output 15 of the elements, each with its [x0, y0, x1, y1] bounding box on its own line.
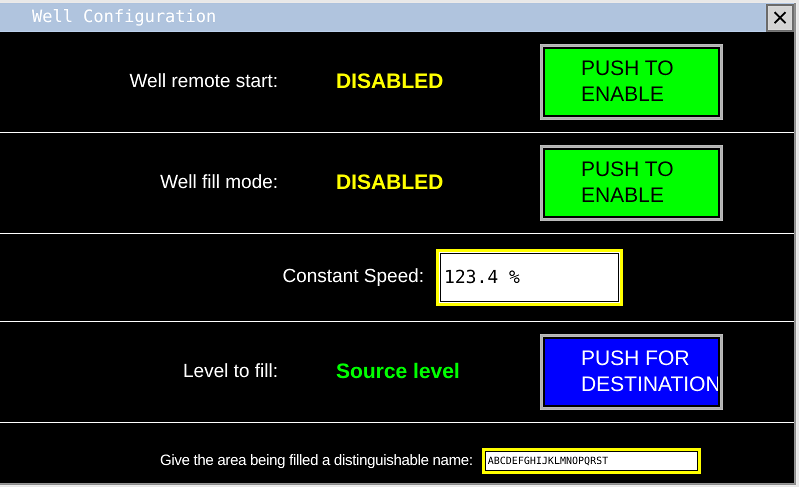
status-value: DISABLED — [336, 70, 444, 94]
window-title: Well Configuration — [32, 6, 216, 29]
name-label: Give the area being filled a distinguishable name: — [160, 450, 473, 471]
push-button[interactable]: PUSH TO ENABLE — [540, 145, 723, 221]
push-button[interactable]: PUSH FOR DESTINATION — [540, 334, 723, 410]
status-value: DISABLED — [336, 171, 444, 194]
push-button[interactable]: PUSH TO ENABLE — [540, 44, 723, 120]
setting-label: Well remote start: — [129, 70, 278, 92]
close-button[interactable]: × — [766, 4, 794, 32]
status-value: Source level — [336, 360, 460, 384]
setting-label: Well fill mode: — [160, 172, 278, 193]
speed-field[interactable]: 123.4 % — [436, 249, 623, 306]
setting-label: Constant Speed: — [282, 266, 424, 288]
setting-label: Level to fill: — [182, 360, 278, 382]
name-field[interactable]: ABCDEFGHIJKLMNOPQRST — [482, 448, 701, 474]
